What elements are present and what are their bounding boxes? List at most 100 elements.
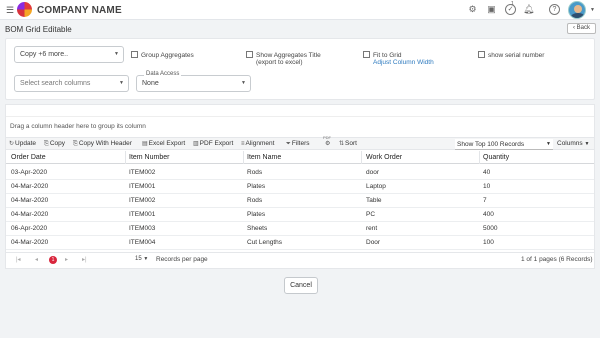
update-button[interactable]: ↻Update — [9, 140, 36, 147]
cell-item-number[interactable]: ITEM001 — [129, 211, 155, 218]
cell-work-order[interactable]: PC — [366, 211, 375, 218]
cell-item-name[interactable]: Plates — [247, 211, 265, 218]
cell-quantity[interactable]: 400 — [483, 211, 494, 218]
chevron-down-icon[interactable]: ▼ — [590, 7, 595, 13]
cell-order-date[interactable]: 04-Mar-2020 — [11, 183, 48, 190]
store-icon[interactable]: ▣ — [486, 4, 497, 15]
copy-select[interactable]: Copy +6 more.. ▼ — [14, 46, 124, 63]
column-divider[interactable] — [479, 151, 480, 164]
cell-item-name[interactable]: Sheets — [247, 225, 267, 232]
page-size-select[interactable]: 15 ▼ — [135, 256, 148, 262]
group-aggregates-label: Group Aggregates — [141, 52, 194, 59]
next-page-icon[interactable]: ▸ — [65, 256, 68, 263]
table-row[interactable]: 03-Apr-2020 ITEM002 Rods door 40 — [6, 166, 594, 180]
column-divider[interactable] — [125, 151, 126, 164]
data-access-select[interactable]: None ▼ — [136, 75, 251, 92]
show-aggregates-title-checkbox[interactable]: Show Aggregates Title (export to excel) — [246, 51, 321, 66]
table-row[interactable]: 06-Apr-2020 ITEM003 Sheets rent 5000 — [6, 222, 594, 236]
current-page-button[interactable]: 1 — [49, 256, 57, 264]
first-page-icon[interactable]: |◂ — [16, 256, 21, 263]
avatar[interactable] — [568, 1, 586, 19]
copy-icon: ⎘ — [73, 141, 78, 147]
column-divider[interactable] — [361, 151, 362, 164]
table-row[interactable]: 04-Mar-2020 ITEM001 Plates PC 400 — [6, 208, 594, 222]
copy-with-header-button[interactable]: ⎘Copy With Header — [73, 140, 132, 148]
cell-work-order[interactable]: door — [366, 169, 379, 176]
column-header[interactable]: Work Order — [366, 154, 402, 161]
show-top-records-select[interactable]: Show Top 100 Records ▼ — [455, 139, 553, 150]
copy-button[interactable]: ⎘Copy — [44, 140, 65, 148]
table-row[interactable]: 04-Mar-2020 ITEM004 Cut Lengths Door 100 — [6, 236, 594, 250]
help-icon[interactable]: ? — [549, 4, 560, 15]
column-header[interactable]: Item Number — [129, 154, 169, 161]
cancel-button[interactable]: Cancel — [284, 277, 318, 294]
chevron-down-icon: ▼ — [114, 51, 119, 57]
column-header[interactable]: Order Date — [11, 154, 46, 161]
alignment-button[interactable]: ≡Alignment — [241, 140, 274, 147]
show-aggregates-title-label: Show Aggregates Title — [256, 52, 321, 59]
cell-order-date[interactable]: 04-Mar-2020 — [11, 197, 48, 204]
column-header[interactable]: Item Name — [247, 154, 281, 161]
cell-work-order[interactable]: rent — [366, 225, 377, 232]
search-columns-placeholder: Select search columns — [20, 80, 91, 87]
cell-item-name[interactable]: Rods — [247, 197, 262, 204]
cell-work-order[interactable]: Door — [366, 239, 380, 246]
cell-work-order[interactable]: Table — [366, 197, 382, 204]
menu-icon[interactable]: ☰ — [6, 5, 14, 16]
excel-export-button[interactable]: ▤Excel Export — [142, 140, 185, 147]
cell-item-number[interactable]: ITEM004 — [129, 239, 155, 246]
notification-count: 1 — [511, 1, 514, 7]
cell-quantity[interactable]: 7 — [483, 197, 487, 204]
cell-work-order[interactable]: Laptop — [366, 183, 386, 190]
cell-quantity[interactable]: 10 — [483, 183, 490, 190]
page-size-value: 15 — [135, 256, 142, 262]
cell-quantity[interactable]: 100 — [483, 239, 494, 246]
cell-item-number[interactable]: ITEM002 — [129, 197, 155, 204]
gear-icon: ⚙ — [325, 141, 331, 147]
pdf-export-button[interactable]: ▥PDF Export — [193, 140, 233, 147]
alignment-label: Alignment — [245, 140, 275, 147]
chevron-down-icon: ▼ — [143, 256, 149, 262]
cell-item-name[interactable]: Rods — [247, 169, 262, 176]
cell-item-number[interactable]: ITEM002 — [129, 169, 155, 176]
copy-icon: ⎘ — [44, 141, 49, 147]
table-row[interactable]: 04-Mar-2020 ITEM002 Rods Table 7 — [6, 194, 594, 208]
sort-button[interactable]: ⇅Sort — [339, 140, 357, 147]
checkbox-icon — [131, 51, 138, 58]
column-header[interactable]: Quantity — [483, 154, 509, 161]
cell-order-date[interactable]: 04-Mar-2020 — [11, 211, 48, 218]
adjust-column-width-link[interactable]: Adjust Column Width — [363, 59, 434, 66]
cell-order-date[interactable]: 04-Mar-2020 — [11, 239, 48, 246]
cell-quantity[interactable]: 5000 — [483, 225, 497, 232]
data-access-label: Data Access — [144, 71, 182, 77]
table-header: Order Date Item Number Item Name Work Or… — [6, 151, 594, 164]
cell-order-date[interactable]: 06-Apr-2020 — [11, 225, 47, 232]
checkbox-icon — [478, 51, 485, 58]
excel-icon: ▤ — [142, 141, 148, 147]
group-drop-zone[interactable]: Drag a column header here to group its c… — [10, 123, 146, 130]
bell-icon[interactable]: 🔔︎ — [523, 4, 534, 15]
column-divider[interactable] — [243, 151, 244, 164]
show-serial-number-checkbox[interactable]: show serial number — [478, 51, 544, 59]
filters-button[interactable]: ⏷Filters — [286, 140, 310, 148]
pdf-settings-button[interactable]: ⚙ — [325, 140, 331, 147]
cell-quantity[interactable]: 40 — [483, 169, 490, 176]
checkbox-icon — [363, 51, 370, 58]
excel-export-label: Excel Export — [148, 140, 186, 147]
columns-menu-button[interactable]: Columns ▼ — [557, 140, 589, 147]
pager: |◂ ◂ 1 ▸ ▸| 15 ▼ Records per page 1 of 1… — [6, 252, 594, 266]
back-button[interactable]: ‹ Back — [567, 23, 596, 34]
cell-item-number[interactable]: ITEM001 — [129, 183, 155, 190]
cell-item-name[interactable]: Plates — [247, 183, 265, 190]
cell-item-number[interactable]: ITEM003 — [129, 225, 155, 232]
settings-icon[interactable]: ⚙ — [467, 4, 478, 15]
last-page-icon[interactable]: ▸| — [82, 256, 87, 263]
table-row[interactable]: 04-Mar-2020 ITEM001 Plates Laptop 10 — [6, 180, 594, 194]
prev-page-icon[interactable]: ◂ — [35, 256, 38, 263]
top-bar: ☰ COMPANY NAME ⚙ ▣ ✓ 1 🔔︎ ? ▼ — [0, 0, 600, 20]
cell-order-date[interactable]: 03-Apr-2020 — [11, 169, 47, 176]
group-aggregates-checkbox[interactable]: Group Aggregates — [131, 51, 194, 59]
fit-to-grid-checkbox[interactable]: Fit to Grid Adjust Column Width — [363, 51, 434, 66]
search-columns-select[interactable]: Select search columns ▼ — [14, 75, 129, 92]
cell-item-name[interactable]: Cut Lengths — [247, 239, 282, 246]
